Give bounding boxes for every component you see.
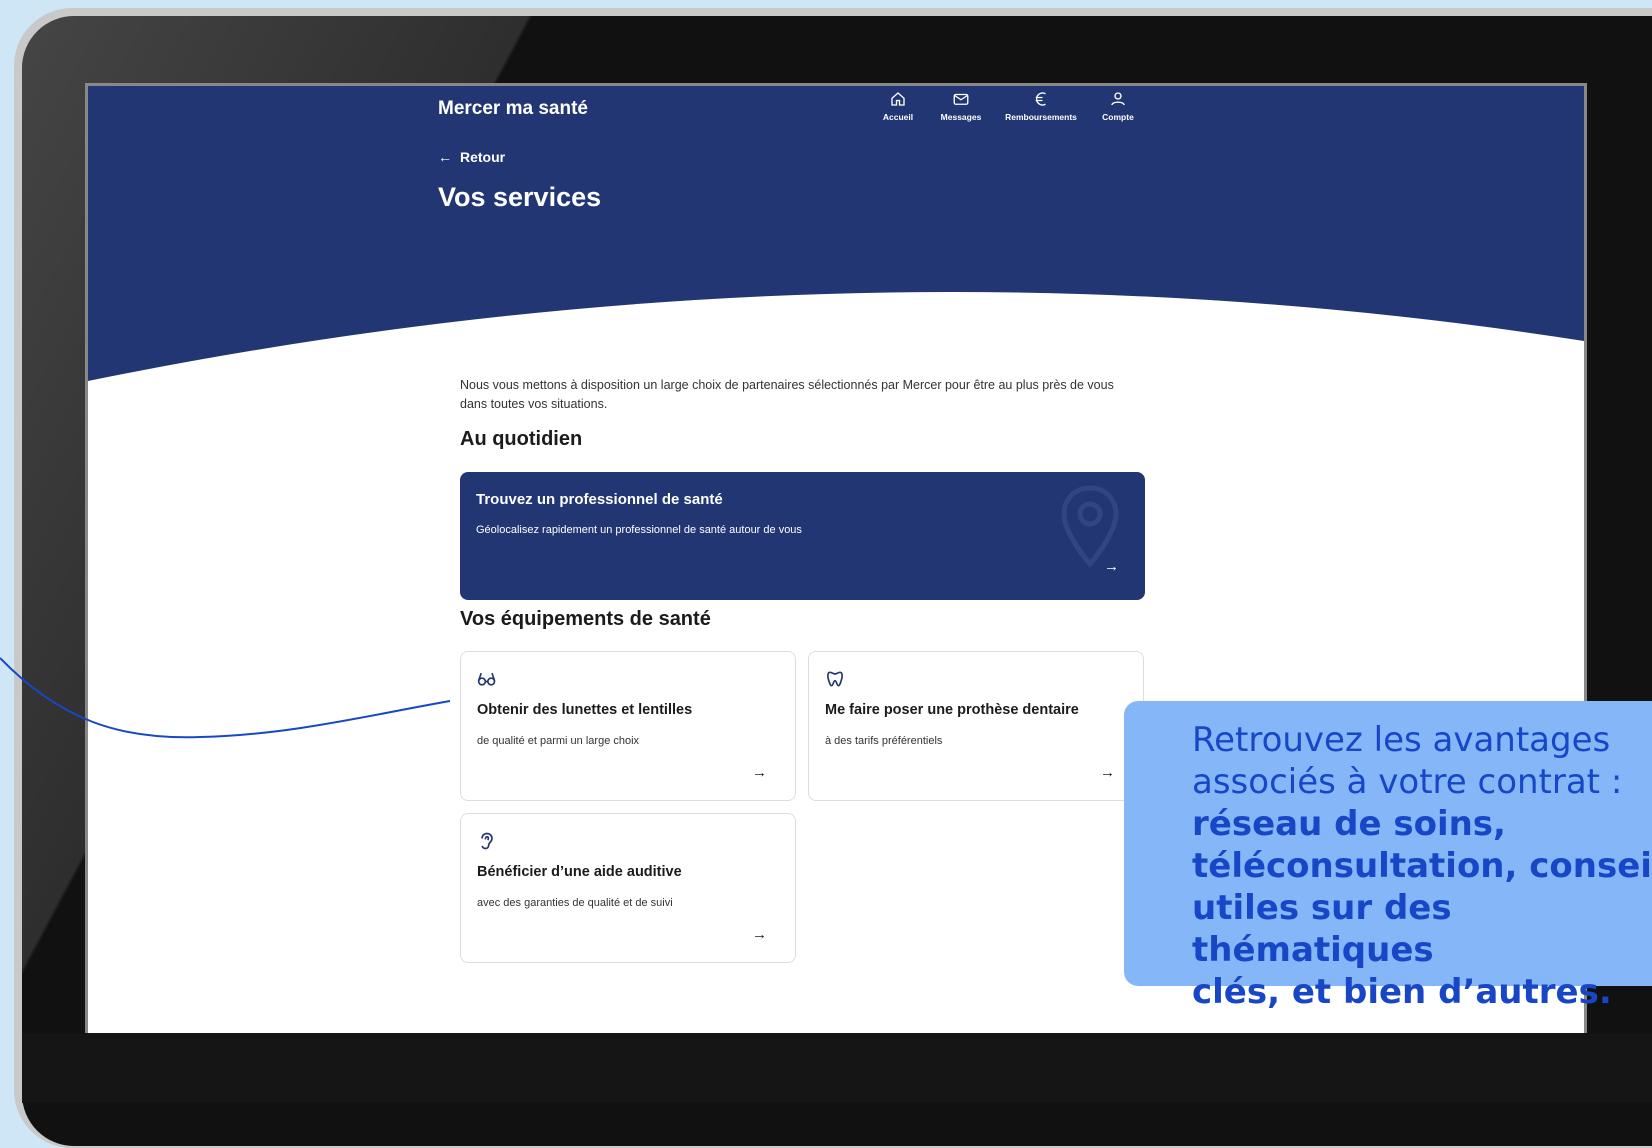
intro-text: Nous vous mettons à disposition un large…	[460, 378, 1114, 411]
card-title: Trouvez un professionnel de santé	[476, 491, 723, 508]
device-bottom-bezel	[22, 1033, 1652, 1103]
callout-line: associés à votre contrat :	[1192, 762, 1623, 802]
arrow-left-icon: ←	[438, 149, 452, 165]
brand-logo[interactable]: Mercer ma santé	[438, 98, 588, 120]
section-title-equipment: Vos équipements de santé	[460, 608, 711, 630]
nav-item-label: Messages	[940, 112, 982, 122]
card-subtitle: avec des garanties de qualité et de suiv…	[477, 897, 673, 909]
back-link[interactable]: ← Retour	[438, 149, 505, 165]
callout-connector-line	[0, 657, 451, 739]
glasses-icon	[477, 672, 496, 686]
arrow-right-icon: →	[1104, 558, 1119, 575]
card-title: Bénéficier d’une aide auditive	[477, 864, 682, 880]
card-title: Obtenir des lunettes et lentilles	[477, 702, 693, 718]
dental-card[interactable]: Me faire poser une prothèse dentaire à d…	[808, 651, 1144, 801]
arrow-right-icon: →	[752, 926, 767, 943]
feature-callout: Retrouvez les avantages associés à votre…	[1124, 701, 1652, 1012]
glasses-card[interactable]: Obtenir des lunettes et lentilles de qua…	[460, 651, 796, 801]
card-subtitle: de qualité et parmi un large choix	[477, 735, 640, 747]
nav-item-label: Accueil	[882, 112, 914, 122]
ear-icon	[481, 832, 493, 850]
home-icon	[891, 92, 905, 106]
tooth-icon	[827, 671, 843, 687]
card-title: Me faire poser une prothèse dentaire	[825, 702, 1079, 718]
callout-bold-line: clés, et bien d’autres.	[1192, 972, 1612, 1012]
callout-bold-line: téléconsultation, conseils	[1192, 846, 1652, 886]
main-nav: Accueil Messages Remboursements Compte	[874, 90, 1154, 122]
arrow-right-icon: →	[752, 764, 767, 781]
location-pin-icon	[1061, 485, 1119, 568]
nav-item-accueil[interactable]: Accueil	[874, 90, 922, 122]
callout-bold-line: utiles sur des thématiques	[1192, 888, 1452, 970]
find-professional-card[interactable]: Trouvez un professionnel de santé Géoloc…	[460, 472, 1145, 600]
back-label: Retour	[460, 149, 506, 165]
top-navigation-bar: Mercer ma santé Accueil Messages Rembour…	[88, 86, 1584, 137]
card-subtitle: Géolocalisez rapidement un professionnel…	[476, 524, 802, 536]
nav-item-compte[interactable]: Compte	[1082, 90, 1154, 122]
euro-icon	[1035, 92, 1046, 106]
nav-item-messages[interactable]: Messages	[922, 90, 1000, 122]
card-subtitle: à des tarifs préférentiels	[825, 735, 943, 747]
callout-bold-line: réseau de soins,	[1192, 804, 1506, 844]
arrow-right-icon: →	[1100, 764, 1115, 781]
hearing-aid-card[interactable]: Bénéficier d’une aide auditive avec des …	[460, 813, 796, 963]
nav-item-label: Compte	[1102, 112, 1134, 122]
user-icon	[1111, 92, 1125, 106]
nav-item-label: Remboursements	[1005, 112, 1077, 122]
section-title-daily: Au quotidien	[460, 428, 583, 450]
nav-item-remboursements[interactable]: Remboursements	[1000, 90, 1082, 122]
page-title: Vos services	[438, 182, 602, 212]
callout-line: Retrouvez les avantages	[1192, 720, 1611, 760]
mail-icon	[953, 93, 969, 105]
